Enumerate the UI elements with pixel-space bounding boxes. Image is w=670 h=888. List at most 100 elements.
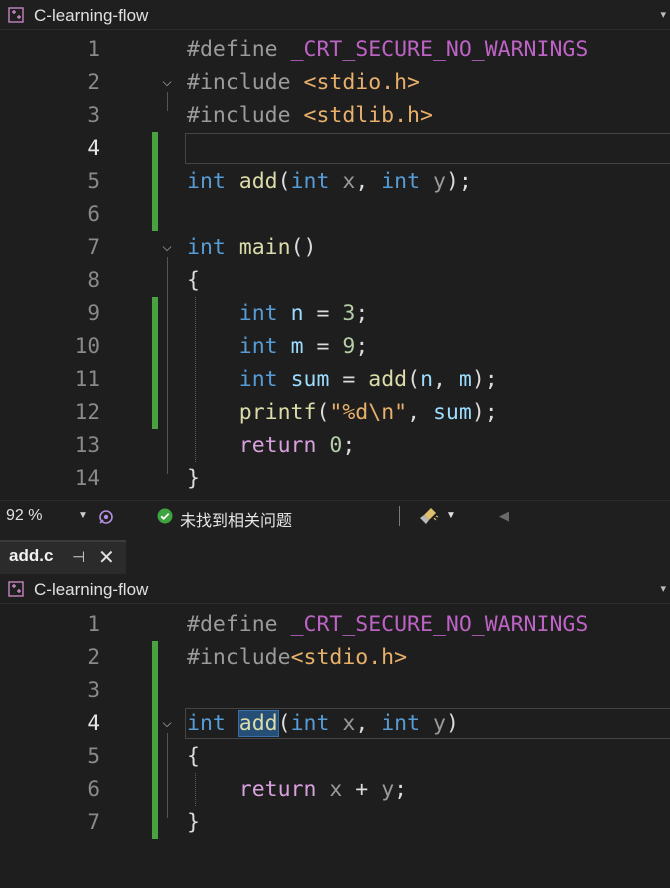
line-number: 2 bbox=[87, 645, 100, 669]
code-line[interactable]: printf("%d\n", sum); bbox=[187, 396, 498, 429]
code-line[interactable]: #include<stdio.h> bbox=[187, 641, 407, 674]
editor-status-bar: 92 % ▼ 未找到相关问题 ▼ ◀ bbox=[0, 500, 670, 530]
code-token: , bbox=[355, 711, 382, 736]
code-line[interactable]: int sum = add(n, m); bbox=[187, 363, 498, 396]
code-token: int bbox=[238, 334, 278, 359]
ai-assist-icon[interactable] bbox=[97, 508, 115, 526]
fold-line bbox=[167, 92, 168, 111]
line-number: 6 bbox=[87, 202, 100, 226]
change-marker bbox=[152, 297, 158, 429]
line-number: 11 bbox=[74, 367, 100, 391]
code-token: , bbox=[433, 367, 459, 392]
code-token: + bbox=[342, 777, 382, 802]
code-token: ; bbox=[355, 334, 369, 359]
code-editor-main[interactable]: 1 #define _CRT_SECURE_NO_WARNINGS 2 #includ… bbox=[0, 30, 670, 500]
code-token: y bbox=[381, 777, 395, 802]
code-token: "%d bbox=[329, 400, 369, 425]
line-number: 3 bbox=[87, 103, 100, 127]
line-number: 4 bbox=[87, 711, 100, 735]
code-token: int bbox=[290, 711, 330, 736]
code-token: y bbox=[433, 169, 446, 194]
code-line[interactable]: int m = 9; bbox=[187, 330, 369, 363]
code-token: 0 bbox=[329, 433, 343, 458]
code-line[interactable]: int add(int x, int y); bbox=[187, 165, 472, 198]
code-token: ( bbox=[407, 367, 421, 392]
code-line[interactable]: #include <stdio.h> bbox=[187, 66, 420, 99]
line-number: 2 bbox=[87, 70, 100, 94]
dropdown-icon[interactable]: ▼ bbox=[78, 510, 88, 521]
line-number: 5 bbox=[87, 169, 100, 193]
code-token: = bbox=[329, 367, 369, 392]
code-line[interactable]: } bbox=[187, 462, 200, 495]
line-number: 5 bbox=[87, 744, 100, 768]
dropdown-icon[interactable]: ▾ bbox=[660, 8, 666, 21]
code-line[interactable]: return x + y; bbox=[187, 773, 407, 806]
project-name: C-learning-flow bbox=[34, 6, 149, 25]
code-line[interactable]: #define _CRT_SECURE_NO_WARNINGS bbox=[187, 33, 588, 66]
code-token: int bbox=[187, 169, 226, 194]
close-icon[interactable]: ✕ bbox=[98, 545, 115, 569]
code-token: add bbox=[238, 169, 278, 194]
code-token: printf bbox=[238, 400, 317, 425]
code-line[interactable]: } bbox=[187, 806, 200, 839]
code-line[interactable]: { bbox=[187, 264, 200, 297]
code-editor-add[interactable]: 1 #define _CRT_SECURE_NO_WARNINGS 2 #includ… bbox=[0, 604, 670, 888]
code-line[interactable]: return 0; bbox=[187, 429, 356, 462]
line-number: 6 bbox=[87, 777, 100, 801]
code-line[interactable]: { bbox=[187, 740, 200, 773]
code-token: ( bbox=[277, 711, 291, 736]
check-circle-icon bbox=[157, 508, 173, 524]
code-token: int bbox=[238, 367, 278, 392]
line-number: 7 bbox=[87, 235, 100, 259]
code-token: #include bbox=[187, 645, 291, 670]
project-icon bbox=[8, 7, 24, 23]
code-token: ( bbox=[277, 169, 291, 194]
code-token: _CRT_SECURE_NO_WARNINGS bbox=[290, 37, 589, 62]
code-token: int bbox=[238, 301, 278, 326]
code-token: x bbox=[342, 711, 356, 736]
fold-line bbox=[167, 733, 168, 818]
code-token: sum bbox=[432, 400, 472, 425]
code-line[interactable]: #include <stdlib.h> bbox=[187, 99, 433, 132]
code-token: int bbox=[290, 169, 330, 194]
code-token: <stdio.h> bbox=[303, 70, 421, 95]
code-line[interactable]: #define _CRT_SECURE_NO_WARNINGS bbox=[187, 608, 588, 641]
code-token: = bbox=[303, 334, 343, 359]
cleanup-brush-icon[interactable] bbox=[418, 506, 440, 526]
code-token: m bbox=[290, 334, 304, 359]
code-token: ; bbox=[394, 777, 408, 802]
dropdown-icon[interactable]: ▾ bbox=[660, 582, 666, 595]
pin-icon[interactable]: ⊣ bbox=[72, 548, 85, 566]
code-token: , bbox=[355, 169, 382, 194]
tab-add-c[interactable]: add.c ⊣ ✕ bbox=[0, 540, 126, 574]
code-token: x bbox=[342, 169, 356, 194]
dropdown-icon[interactable]: ▼ bbox=[446, 510, 456, 521]
project-icon bbox=[8, 581, 24, 597]
code-line[interactable]: int add(int x, int y) bbox=[187, 707, 459, 740]
code-token: sum bbox=[290, 367, 330, 392]
line-number: 4 bbox=[87, 136, 100, 160]
project-bar-top[interactable]: C-learning-flow ▾ bbox=[0, 0, 670, 30]
tab-label: add.c bbox=[9, 546, 54, 565]
fold-line bbox=[167, 257, 168, 474]
zoom-level[interactable]: 92 % bbox=[6, 507, 42, 525]
code-token: #include bbox=[187, 103, 304, 128]
code-line[interactable]: int main() bbox=[187, 231, 316, 264]
code-token: \n bbox=[368, 400, 395, 425]
code-token: ); bbox=[445, 169, 472, 194]
code-token: int bbox=[187, 711, 226, 736]
line-number: 7 bbox=[87, 810, 100, 834]
code-token: <stdio.h> bbox=[290, 645, 408, 670]
project-bar-bottom[interactable]: C-learning-flow ▾ bbox=[0, 574, 670, 604]
line-number: 13 bbox=[74, 433, 100, 457]
code-line[interactable]: int n = 3; bbox=[187, 297, 369, 330]
arrow-left-icon[interactable]: ◀ bbox=[499, 508, 509, 524]
line-number: 12 bbox=[74, 400, 100, 424]
code-token: ); bbox=[471, 400, 498, 425]
